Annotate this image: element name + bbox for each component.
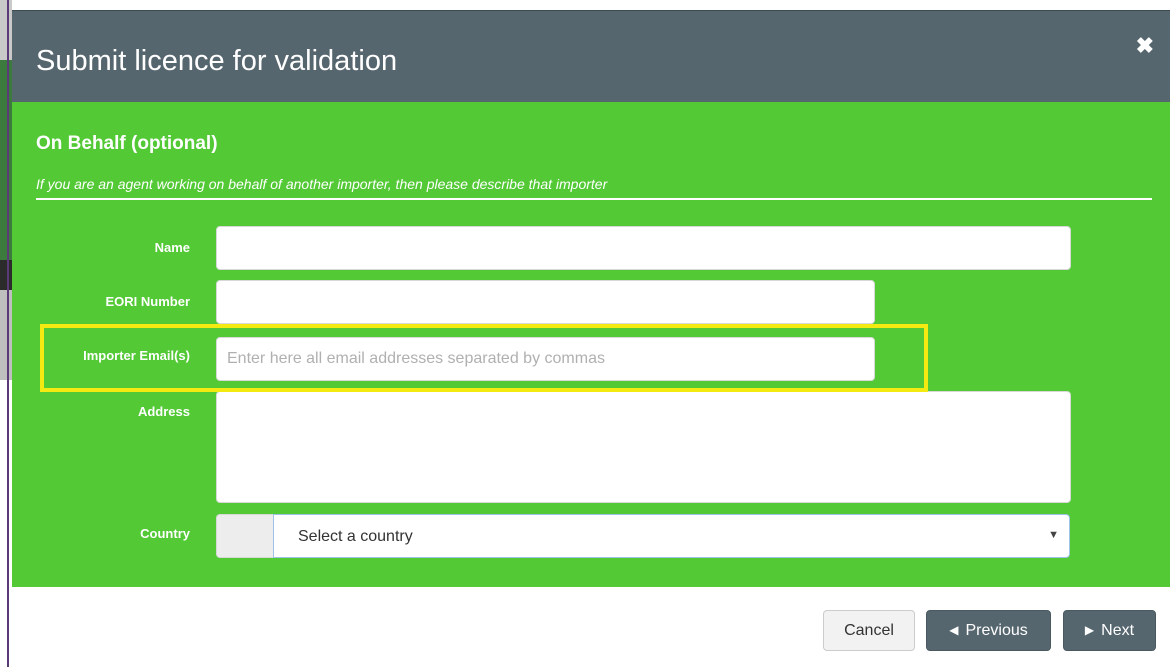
cancel-button[interactable]: Cancel <box>823 610 915 651</box>
triangle-left-icon: ◀ <box>949 623 959 637</box>
section-divider <box>36 198 1152 200</box>
backdrop-segment <box>0 60 12 260</box>
next-button-label: Next <box>1101 622 1135 639</box>
modal-title: Submit licence for validation <box>36 45 398 77</box>
eori-number-field[interactable] <box>216 280 875 324</box>
modal-header: Submit licence for validation ✖ <box>12 10 1170 103</box>
triangle-right-icon: ▶ <box>1084 623 1095 637</box>
section-description: If you are an agent working on behalf of… <box>36 176 608 192</box>
eori-number-label: EORI Number <box>105 294 190 309</box>
importer-email-field[interactable] <box>216 337 875 381</box>
backdrop-segment <box>0 380 12 667</box>
name-label: Name <box>154 240 190 255</box>
close-icon[interactable]: ✖ <box>1136 33 1154 59</box>
country-flag-box <box>216 514 273 558</box>
country-select-value: Select a country <box>298 528 413 545</box>
importer-email-label: Importer Email(s) <box>83 348 190 363</box>
country-label: Country <box>140 526 190 541</box>
name-field[interactable] <box>216 226 1071 270</box>
chevron-down-icon: ▼ <box>1048 529 1059 541</box>
section-title: On Behalf (optional) <box>36 133 218 154</box>
cancel-button-label: Cancel <box>844 622 894 639</box>
backdrop-segment <box>0 260 12 290</box>
next-button[interactable]: ▶ Next <box>1063 610 1156 651</box>
country-select[interactable]: Select a country ▼ <box>273 514 1070 558</box>
previous-button-label: Previous <box>965 622 1028 639</box>
page-backdrop <box>0 0 12 667</box>
backdrop-segment <box>0 290 12 380</box>
backdrop-edge <box>7 0 9 667</box>
address-label: Address <box>137 404 190 419</box>
address-field[interactable] <box>216 391 1071 503</box>
previous-button[interactable]: ◀ Previous <box>926 610 1051 651</box>
submit-licence-modal: Submit licence for validation ✖ On Behal… <box>12 10 1170 667</box>
